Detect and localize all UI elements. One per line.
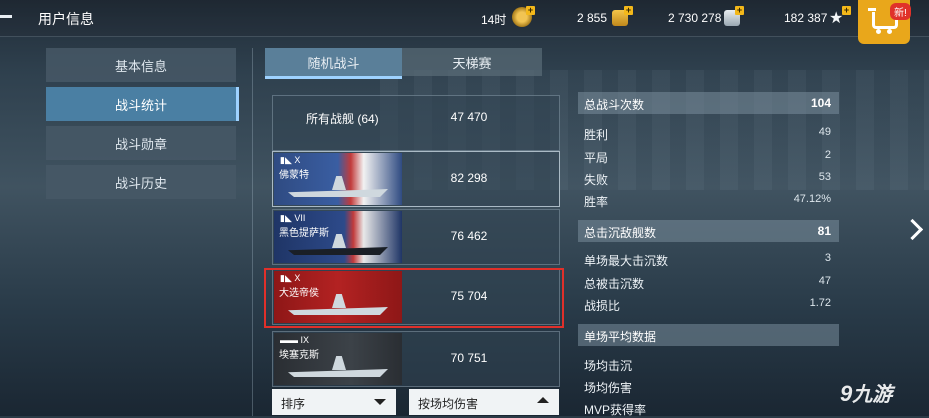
sidebar-item-battle-stats[interactable]: 战斗统计: [46, 87, 239, 121]
add-free-xp-icon[interactable]: +: [842, 6, 851, 15]
stat-row-draws: 平局 2: [584, 149, 831, 165]
sidebar-item-basic-info[interactable]: 基本信息: [46, 48, 236, 82]
tab-random-battle[interactable]: 随机战斗: [265, 48, 402, 79]
ship-value: 76 462: [450, 229, 488, 243]
ship-row[interactable]: ▬▬ IX 埃塞克斯 70 751: [272, 331, 560, 387]
add-premium-time-icon[interactable]: +: [526, 6, 535, 15]
silver-value: 2 730 278: [668, 11, 722, 25]
chevron-up-icon: [537, 397, 549, 403]
ship-value: 70 751: [450, 351, 488, 365]
page-title: 用户信息: [38, 11, 94, 27]
add-gold-icon[interactable]: +: [624, 6, 633, 15]
sidebar-item-battle-history[interactable]: 战斗历史: [46, 165, 236, 199]
ship-row[interactable]: ▮◣ X 佛蒙特 82 298: [272, 151, 560, 207]
total-kills-header: 总击沉敌舰数 81: [578, 220, 839, 242]
stat-row-win-rate: 胜率 47.12%: [584, 193, 831, 209]
ship-image: ▮◣ VII 黑色提萨斯: [274, 211, 402, 263]
average-data-header: 单场平均数据: [578, 324, 839, 346]
ship-value: 82 298: [450, 171, 488, 185]
watermark-logo: 9九游: [840, 381, 893, 406]
stat-row-avg-kills: 场均击沉: [584, 359, 633, 373]
free-xp-value: 182 387: [784, 11, 828, 25]
gold-value: 2 855: [577, 11, 608, 25]
sort-by-dropdown[interactable]: 按场均伤害: [409, 389, 559, 415]
sort-dropdown[interactable]: 排序: [272, 389, 396, 415]
ship-name: 佛蒙特: [279, 170, 309, 181]
sidebar-item-battle-medals[interactable]: 战斗勋章: [46, 126, 236, 160]
ship-list[interactable]: 所有战舰 (64) 47 470 ▮◣ X 佛蒙特 82 298 ▮◣ VII …: [272, 95, 560, 416]
top-bar: 用户信息 14时 + 2 855 + 2 730 278 + 182 387 ★…: [0, 0, 929, 37]
ship-image: ▬▬ IX 埃塞克斯: [274, 333, 402, 385]
total-battles-header: 总战斗次数 104: [578, 92, 839, 114]
divider: [252, 48, 253, 416]
stat-row-losses: 失败 53: [584, 171, 831, 187]
back-icon[interactable]: [0, 15, 12, 18]
stat-row-mvp-rate: MVP获得率: [584, 403, 647, 417]
stat-row-kd-ratio: 战损比 1.72: [584, 297, 831, 313]
ship-row[interactable]: ▮◣ VII 黑色提萨斯 76 462: [272, 209, 560, 265]
ship-image: ▮◣ X 佛蒙特: [274, 153, 402, 205]
selection-highlight: [264, 268, 564, 328]
stat-row-avg-damage: 场均伤害: [584, 381, 633, 395]
stat-row-max-kills: 单场最大击沉数 3: [584, 252, 831, 268]
tab-ranked[interactable]: 天梯赛: [402, 48, 542, 76]
premium-time-value: 14时: [481, 13, 507, 27]
stat-row-total-deaths: 总被击沉数 47: [584, 275, 831, 291]
all-ships-row[interactable]: 所有战舰 (64) 47 470: [272, 95, 560, 151]
shop-new-badge: 新!: [890, 3, 911, 20]
chevron-down-icon: [374, 399, 386, 405]
add-silver-icon[interactable]: +: [735, 6, 744, 15]
ship-name: 埃塞克斯: [279, 350, 319, 361]
stat-row-wins: 胜利 49: [584, 126, 831, 142]
all-ships-label: 所有战舰 (64): [306, 112, 379, 126]
all-ships-value: 47 470: [450, 110, 488, 124]
ship-name: 黑色提萨斯: [279, 228, 329, 239]
